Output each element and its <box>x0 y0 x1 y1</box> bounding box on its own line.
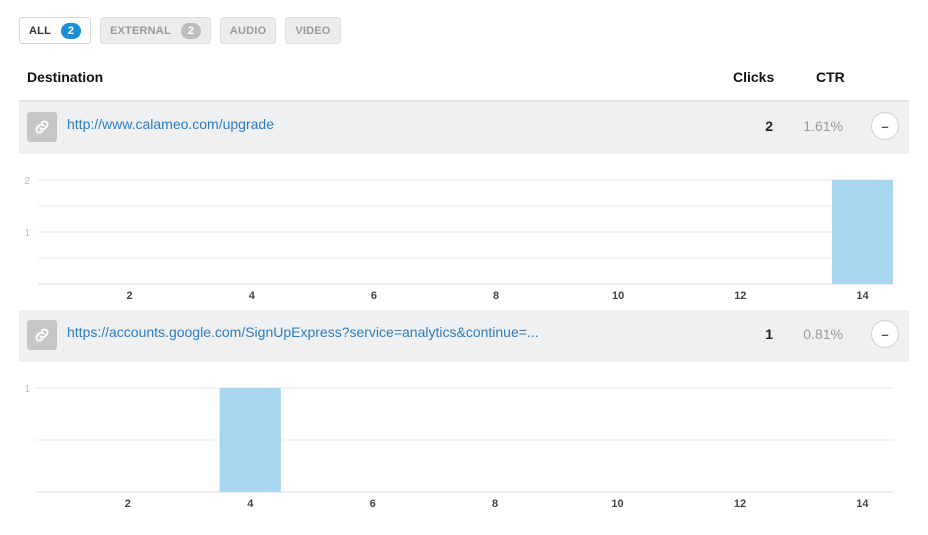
y-tick-label: 1 <box>24 384 30 395</box>
x-tick-label: 6 <box>370 498 376 510</box>
clicks-value: 2 <box>765 118 773 134</box>
filter-all-count-badge: 2 <box>60 22 81 39</box>
x-tick-label: 2 <box>125 498 131 510</box>
ctr-value: 1.61% <box>803 118 843 134</box>
filter-audio-label: AUDIO <box>229 24 267 37</box>
x-tick-label: 14 <box>856 290 869 302</box>
filter-video-label: VIDEO <box>295 24 331 37</box>
collapse-label: – <box>881 118 889 134</box>
table-row: https://accounts.google.com/SignUpExpres… <box>19 310 909 362</box>
x-tick-label: 12 <box>734 498 746 510</box>
destination-link[interactable]: https://accounts.google.com/SignUpExpres… <box>67 324 539 340</box>
ctr-value: 0.81% <box>803 326 843 342</box>
column-header-destination[interactable]: Destination <box>27 69 103 85</box>
collapse-button[interactable]: – <box>871 320 899 348</box>
x-tick-label: 8 <box>492 498 498 510</box>
filter-external-label: EXTERNAL <box>109 24 171 37</box>
bar[interactable] <box>831 180 893 284</box>
destination-link[interactable]: http://www.calameo.com/upgrade <box>67 116 274 132</box>
x-tick-label: 10 <box>612 290 624 302</box>
x-tick-label: 14 <box>856 498 869 510</box>
table-row: http://www.calameo.com/upgrade 2 1.61% – <box>19 102 909 154</box>
collapse-button[interactable]: – <box>871 112 899 140</box>
filter-audio-button[interactable]: AUDIO <box>219 17 277 44</box>
filter-video-button[interactable]: VIDEO <box>285 17 341 44</box>
filter-all-label: ALL <box>29 24 51 37</box>
x-tick-label: 12 <box>734 290 746 302</box>
link-icon <box>27 320 57 350</box>
filter-bar: ALL 2 EXTERNAL 2 AUDIO VIDEO <box>19 17 341 44</box>
link-icon <box>27 112 57 142</box>
filter-all-button[interactable]: ALL 2 <box>19 17 91 44</box>
y-tick-label: 1 <box>24 228 30 239</box>
x-tick-label: 2 <box>127 290 133 302</box>
filter-external-count-badge: 2 <box>180 22 201 39</box>
y-tick-label: 2 <box>24 176 30 187</box>
x-tick-label: 4 <box>249 290 256 302</box>
clicks-value: 1 <box>765 326 773 342</box>
filter-external-button[interactable]: EXTERNAL 2 <box>99 17 211 44</box>
x-tick-label: 8 <box>493 290 499 302</box>
table-header: Destination Clicks CTR <box>19 60 909 102</box>
collapse-label: – <box>881 326 889 342</box>
column-header-clicks[interactable]: Clicks <box>733 69 774 85</box>
bar[interactable] <box>219 388 281 492</box>
x-tick-label: 4 <box>247 498 254 510</box>
clicks-chart: 122 4 6 8 10 12 14 <box>24 176 893 302</box>
x-tick-label: 10 <box>611 498 623 510</box>
clicks-chart: 12 4 6 8 10 12 14 <box>24 384 893 510</box>
column-header-ctr[interactable]: CTR <box>816 69 845 85</box>
x-tick-label: 6 <box>371 290 377 302</box>
